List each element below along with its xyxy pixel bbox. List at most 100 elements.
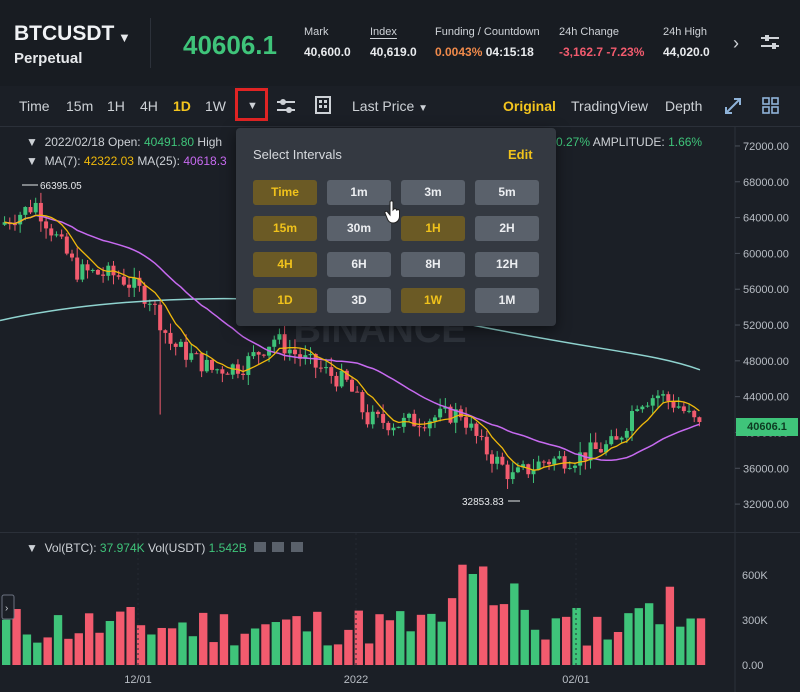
volume-bar <box>250 628 260 665</box>
candle-body <box>661 394 666 396</box>
interval-option-4h[interactable]: 4H <box>253 252 317 277</box>
visibility-icon[interactable] <box>254 542 267 552</box>
volume-bar <box>157 627 166 665</box>
candle-body <box>547 461 552 465</box>
volume-bar <box>520 609 529 665</box>
interval-time[interactable]: Time <box>19 98 50 114</box>
volume-chart[interactable]: 600K 300K 0.00 12/01 2022 02/01 › <box>0 532 800 692</box>
volume-bar <box>313 611 322 665</box>
candle <box>479 429 484 441</box>
interval-option-1d[interactable]: 1D <box>253 288 317 313</box>
interval-option-15m[interactable]: 15m <box>253 216 317 241</box>
collapse-icon[interactable]: ▼ <box>26 154 38 168</box>
high-marker-label: 66395.05 <box>40 181 82 192</box>
settings-icon[interactable] <box>272 542 285 552</box>
candle-body <box>49 228 54 236</box>
volume-bar <box>199 612 208 665</box>
index-price-stat[interactable]: Index 40,619.0 <box>370 26 417 59</box>
volume-bar <box>167 628 177 665</box>
volume-bar <box>551 618 560 665</box>
interval-option-8h[interactable]: 8H <box>401 252 465 277</box>
interval-option-3m[interactable]: 3m <box>401 180 465 205</box>
candle <box>671 394 676 413</box>
y-tick-label: 56000.00 <box>743 284 789 296</box>
amplitude-label: AMPLITUDE: <box>592 135 665 149</box>
symbol-name[interactable]: BTCUSDT <box>14 22 114 46</box>
volume-bar <box>22 634 32 665</box>
candle <box>495 451 500 470</box>
edit-button[interactable]: Edit <box>508 147 533 162</box>
interval-option-1w[interactable]: 1W <box>401 288 465 313</box>
stat-label: 24h Change <box>559 26 619 38</box>
interval-option-2h[interactable]: 2H <box>475 216 539 241</box>
interval-option-6h[interactable]: 6H <box>327 252 391 277</box>
candle <box>531 459 536 483</box>
ma-legend: ▼ MA(7): 42322.03 MA(25): 40618.3 <box>26 154 227 168</box>
candle-body <box>173 343 178 347</box>
view-depth[interactable]: Depth <box>665 98 702 114</box>
symbol-dropdown-icon[interactable]: ▼ <box>118 30 131 45</box>
interval-option-30m[interactable]: 30m <box>327 216 391 241</box>
interval-option-1m[interactable]: 1M <box>475 288 539 313</box>
stat-value: 40,619.0 <box>370 45 417 59</box>
interval-option-12h[interactable]: 12H <box>475 252 539 277</box>
candle <box>427 418 432 437</box>
candle <box>396 426 401 429</box>
interval-1w[interactable]: 1W <box>205 98 226 114</box>
settings-sliders-icon[interactable] <box>760 33 780 51</box>
interval-4h[interactable]: 4H <box>140 98 158 114</box>
interval-option-3d[interactable]: 3D <box>327 288 391 313</box>
candle <box>676 397 681 409</box>
candle <box>391 423 396 436</box>
candle <box>90 268 95 273</box>
volume-bar <box>447 598 457 665</box>
interval-option-5m[interactable]: 5m <box>475 180 539 205</box>
collapse-icon[interactable]: ▼ <box>26 541 38 555</box>
collapse-icon[interactable]: ▼ <box>26 135 38 149</box>
price-type-select[interactable]: Last Price ▼ <box>352 98 428 114</box>
building-icon[interactable] <box>315 96 331 114</box>
volume-bar <box>219 614 229 665</box>
fullscreen-icon[interactable] <box>724 97 742 115</box>
close-icon[interactable] <box>290 542 303 552</box>
volume-bar <box>261 624 270 665</box>
volume-bar <box>562 616 571 665</box>
funding-rate: 0.0043% <box>435 45 483 59</box>
candle-body <box>90 269 95 271</box>
vol-y-tick-label: 300K <box>742 615 768 627</box>
interval-15m[interactable]: 15m <box>66 98 93 114</box>
candle-body <box>18 214 23 225</box>
high-marker: 66395.05 <box>22 181 82 192</box>
grid-layout-icon[interactable] <box>762 97 780 115</box>
candle <box>386 421 391 436</box>
candle-body <box>44 221 49 229</box>
chevron-right-icon[interactable]: › <box>733 33 739 54</box>
candle-body <box>536 461 541 470</box>
funding-countdown: 04:15:18 <box>485 45 534 59</box>
volume-bar <box>458 564 467 665</box>
candle <box>370 405 375 429</box>
interval-1h[interactable]: 1H <box>107 98 125 114</box>
indicator-settings-icon[interactable] <box>276 97 296 115</box>
view-tradingview[interactable]: TradingView <box>571 98 648 114</box>
candle-body <box>23 207 28 215</box>
view-original[interactable]: Original <box>503 98 556 114</box>
interval-option-1h[interactable]: 1H <box>401 216 465 241</box>
volume-bar <box>489 605 498 665</box>
candle <box>132 267 137 298</box>
candle-body <box>505 464 510 480</box>
candle <box>194 351 199 355</box>
interval-option-time[interactable]: Time <box>253 180 317 205</box>
candle <box>178 338 183 348</box>
chevron-right-icon: › <box>5 603 8 614</box>
amplitude-legend: 0.27% AMPLITUDE: 1.66% <box>556 135 702 149</box>
candle <box>44 216 49 239</box>
low-marker-label: 32853.83 <box>462 497 504 508</box>
candle-body <box>334 375 339 387</box>
interval-1d[interactable]: 1D <box>173 98 191 114</box>
interval-option-1m[interactable]: 1m <box>327 180 391 205</box>
funding-stat: Funding / Countdown 0.0043% 04:15:18 <box>435 26 540 59</box>
interval-dropdown-icon[interactable]: ▼ <box>247 100 258 112</box>
candle-body <box>407 413 412 418</box>
candle <box>609 429 614 446</box>
